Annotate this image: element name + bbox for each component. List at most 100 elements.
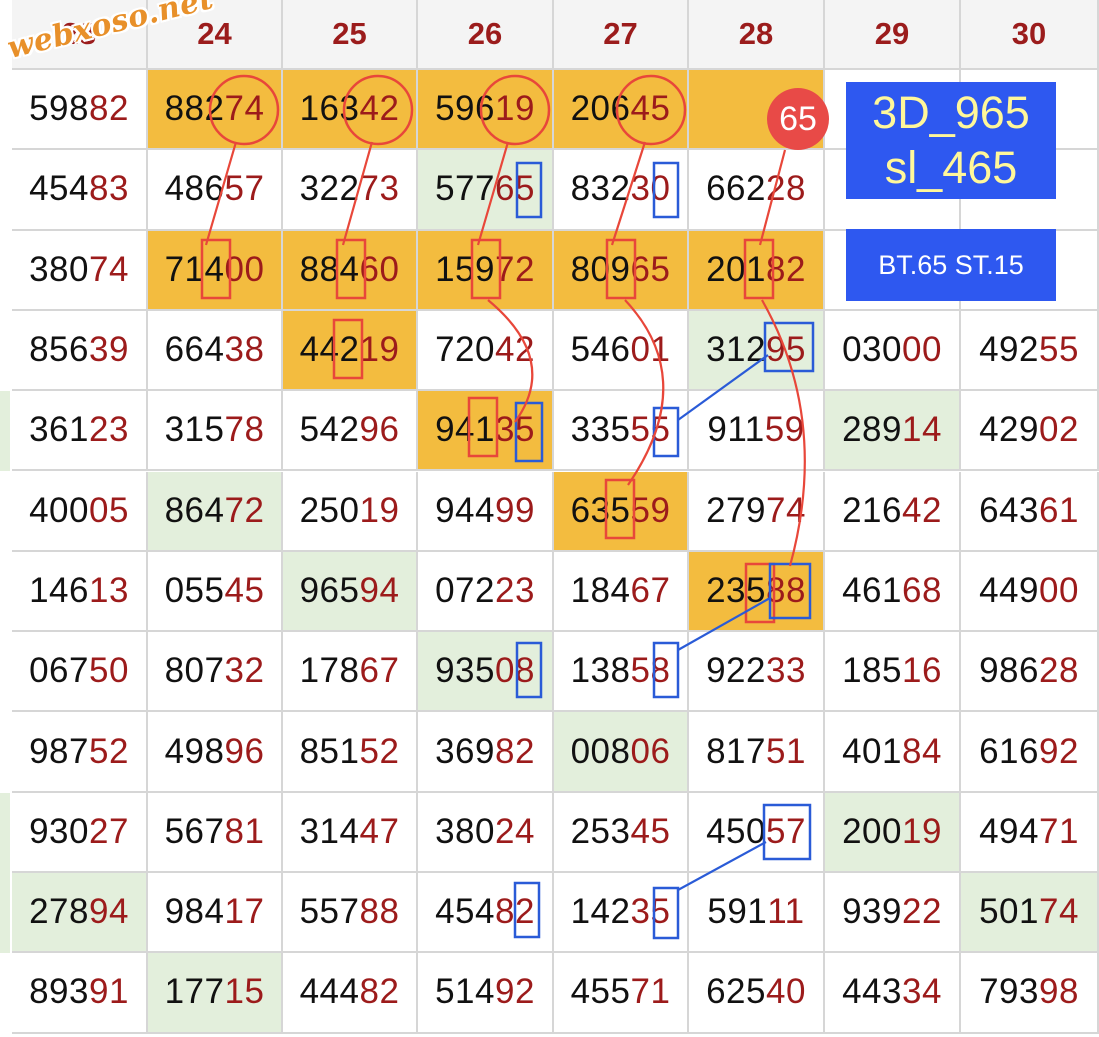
result-cell: 494 71 [961, 792, 1099, 873]
number-tail: 96 [359, 410, 400, 450]
number-head: 400 [29, 490, 89, 530]
number-tail: 15 [224, 972, 265, 1012]
result-cell: 635 59 [554, 471, 689, 552]
number-head: 312 [706, 330, 766, 370]
number-head: 664 [164, 330, 225, 370]
number-tail: 00 [901, 330, 942, 370]
result-cell: 851 52 [283, 712, 418, 793]
edge-sliver [0, 792, 10, 873]
number-head: 253 [570, 811, 631, 851]
number-tail: 42 [359, 89, 400, 129]
number-head: 494 [979, 811, 1039, 851]
result-cell: 185 16 [825, 632, 961, 713]
number-tail: 88 [359, 892, 400, 932]
number-head: 809 [570, 249, 631, 289]
result-cell: 455 71 [554, 953, 689, 1034]
number-head: 817 [706, 731, 766, 771]
number-head: 315 [164, 410, 225, 450]
result-cell: 492 55 [961, 310, 1099, 392]
number-tail: 88 [765, 570, 806, 610]
number-head: 643 [979, 490, 1039, 530]
result-cell: 450 57 [689, 792, 825, 873]
number-tail: 81 [224, 811, 265, 851]
info-line-2: sl_465 [884, 141, 1018, 193]
number-head: 289 [842, 410, 902, 450]
number-tail: 13 [88, 570, 129, 610]
number-head: 939 [842, 892, 902, 932]
number-tail: 92 [1038, 731, 1079, 771]
number-tail: 52 [359, 731, 400, 771]
result-cell: 072 23 [418, 551, 554, 633]
number-tail: 33 [765, 651, 806, 691]
number-head: 944 [435, 490, 495, 530]
number-head: 514 [435, 972, 495, 1012]
number-head: 177 [164, 972, 225, 1012]
result-cell: 616 92 [961, 712, 1099, 793]
result-cell: 793 98 [961, 953, 1099, 1034]
result-cell: 200 19 [825, 792, 961, 873]
number-head: 442 [299, 330, 360, 370]
number-tail: 19 [359, 490, 400, 530]
number-head: 882 [164, 89, 225, 129]
number-tail: 84 [901, 731, 942, 771]
number-head: 250 [299, 490, 360, 530]
result-cell: 935 08 [418, 632, 554, 713]
number-head: 577 [435, 169, 495, 209]
number-tail: 28 [765, 169, 806, 209]
number-tail: 59 [764, 410, 805, 450]
result-cell: 893 91 [12, 953, 148, 1034]
number-tail: 35 [494, 410, 535, 450]
result-cell: 596 19 [418, 70, 554, 151]
number-tail: 23 [494, 570, 535, 610]
number-tail: 67 [630, 570, 671, 610]
number-tail: 19 [359, 330, 400, 370]
result-cell: 067 50 [12, 632, 148, 713]
number-head: 635 [570, 490, 631, 530]
result-cell: 882 74 [148, 70, 283, 151]
number-head: 546 [570, 330, 631, 370]
result-cell: 591 11 [689, 873, 825, 954]
number-head: 322 [299, 169, 360, 209]
number-tail: 42 [494, 330, 535, 370]
edge-sliver [0, 391, 10, 472]
number-head: 922 [706, 651, 766, 691]
number-head: 596 [435, 89, 495, 129]
result-cell: 315 78 [148, 391, 283, 472]
result-cell: 922 33 [689, 632, 825, 713]
number-head: 498 [164, 731, 225, 771]
result-cell: 206 45 [554, 70, 689, 151]
number-head: 911 [707, 410, 765, 450]
result-cell: 159 72 [418, 230, 554, 311]
number-tail: 57 [765, 811, 806, 851]
number-tail: 94 [88, 892, 129, 932]
number-tail: 95 [765, 330, 806, 370]
number-tail: 55 [1038, 330, 1079, 370]
result-cell: 625 40 [689, 953, 825, 1034]
result-cell: 930 27 [12, 792, 148, 873]
number-head: 486 [164, 169, 225, 209]
result-cell: 163 42 [283, 70, 418, 151]
result-cell: 864 72 [148, 471, 283, 552]
number-tail: 19 [494, 89, 535, 129]
number-tail: 82 [359, 972, 400, 1012]
result-cell: 809 65 [554, 230, 689, 311]
result-cell: 322 73 [283, 150, 418, 231]
result-cell: 965 94 [283, 551, 418, 633]
number-tail: 14 [901, 410, 942, 450]
number-head: 159 [435, 249, 495, 289]
number-head: 625 [706, 972, 766, 1012]
number-head: 807 [164, 651, 225, 691]
number-tail: 08 [494, 651, 535, 691]
number-head: 492 [979, 330, 1039, 370]
result-cell: 546 01 [554, 310, 689, 392]
result-cell: 461 68 [825, 551, 961, 633]
result-cell: 216 42 [825, 471, 961, 552]
result-cell: 444 82 [283, 953, 418, 1034]
number-head: 163 [299, 89, 360, 129]
number-head: 864 [164, 490, 225, 530]
result-cell: 986 28 [961, 632, 1099, 713]
number-head: 986 [979, 651, 1039, 691]
number-tail: 34 [901, 972, 942, 1012]
result-cell: 380 74 [12, 230, 148, 311]
number-tail: 16 [901, 651, 942, 691]
